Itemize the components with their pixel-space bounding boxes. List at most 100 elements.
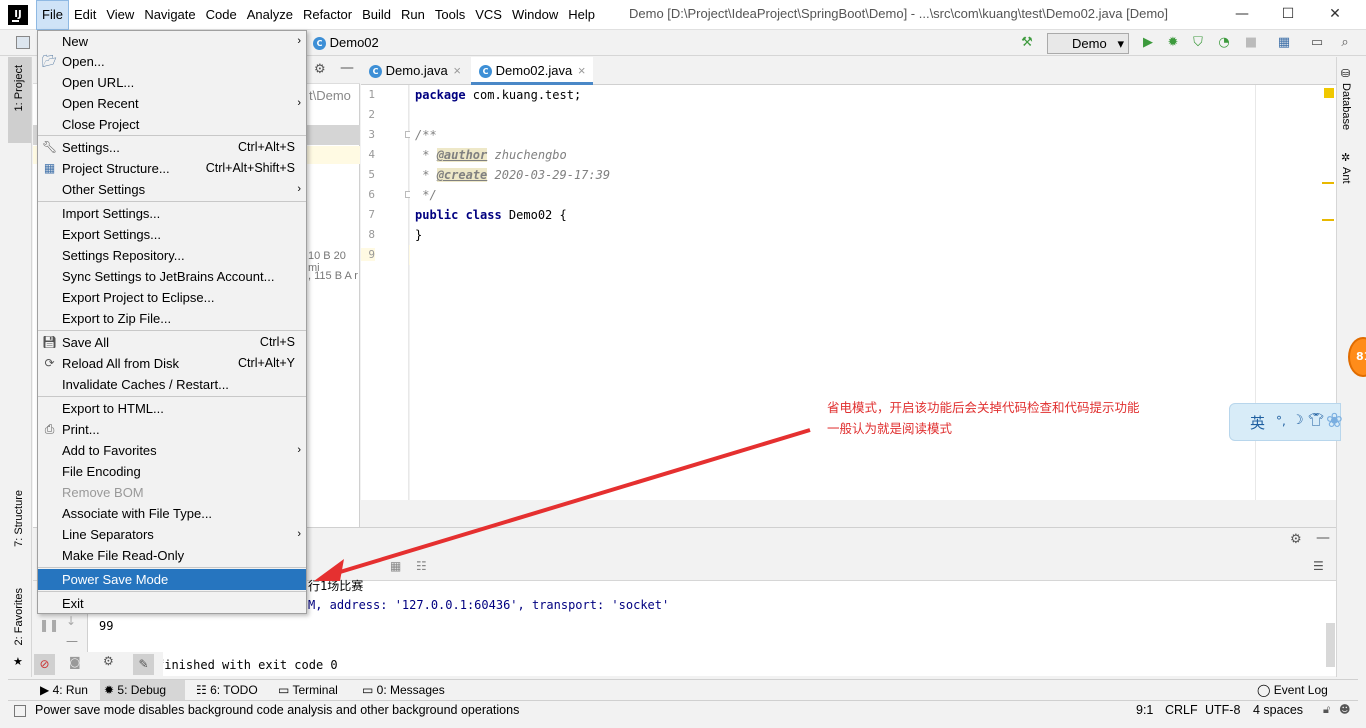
menu-item-import-settings[interactable]: Import Settings...: [38, 203, 306, 224]
hector-icon[interactable]: ☻: [1339, 703, 1350, 716]
close-window-button[interactable]: ✕: [1312, 0, 1358, 30]
menu-item-open-recent[interactable]: Open Recent ›: [38, 93, 306, 114]
breadcrumb-class[interactable]: Demo02: [330, 35, 379, 50]
menu-help[interactable]: Help: [563, 0, 600, 30]
ime-language[interactable]: 英: [1250, 412, 1265, 433]
status-message[interactable]: Power save mode disables background code…: [35, 703, 519, 717]
tool-tab-ant[interactable]: Ant: [1340, 167, 1352, 184]
tool-tab-debug[interactable]: ✹ 5: Debug: [100, 680, 185, 701]
run-config-select[interactable]: Demo ▾: [1047, 33, 1129, 54]
menu-item-close-project[interactable]: Close Project: [38, 114, 306, 135]
menu-item-settings[interactable]: 🔧︎ Settings... Ctrl+Alt+S: [38, 137, 306, 158]
menu-item-save-all[interactable]: 💾︎ Save All Ctrl+S: [38, 332, 306, 353]
menu-window[interactable]: Window: [507, 0, 563, 30]
project-structure-icon[interactable]: ▦: [1276, 35, 1292, 51]
menu-item-associate-file-type[interactable]: Associate with File Type...: [38, 503, 306, 524]
run-icon[interactable]: ▶: [1140, 35, 1156, 51]
menu-analyze[interactable]: Analyze: [242, 0, 298, 30]
layout-icon[interactable]: ▭: [1309, 35, 1325, 51]
menu-refactor[interactable]: Refactor: [298, 0, 357, 30]
project-view-icon[interactable]: [16, 36, 30, 49]
minus-icon[interactable]: —: [66, 634, 78, 648]
indent-setting[interactable]: 4 spaces: [1253, 703, 1303, 717]
tab-demo-java[interactable]: C Demo.java ×: [361, 57, 470, 85]
menu-item-invalidate-caches[interactable]: Invalidate Caches / Restart...: [38, 374, 306, 395]
ime-toolbar[interactable]: 英 °, ☽ 👕︎ ❀: [1229, 403, 1343, 441]
camera-icon[interactable]: ◙: [69, 655, 81, 669]
error-stripe-marker[interactable]: [1322, 219, 1334, 221]
restore-layout-icon[interactable]: ☰: [1313, 559, 1324, 573]
tool-tab-messages[interactable]: ▭ 0: Messages: [358, 680, 449, 701]
ime-moon-icon[interactable]: ☽: [1292, 413, 1304, 428]
close-tab-icon[interactable]: ×: [453, 63, 461, 78]
debug-icon[interactable]: ✹: [1165, 35, 1181, 51]
printer-icon: ⎙: [44, 422, 55, 436]
menu-item-sync-settings[interactable]: Sync Settings to JetBrains Account...: [38, 266, 306, 287]
menu-item-add-to-favorites[interactable]: Add to Favorites ›: [38, 440, 306, 461]
menu-item-power-save-mode[interactable]: Power Save Mode: [38, 569, 306, 590]
maximize-button[interactable]: ☐: [1265, 0, 1311, 30]
search-everywhere-icon[interactable]: ⌕: [1337, 35, 1353, 51]
tool-tab-project[interactable]: 1: Project: [13, 65, 25, 111]
menu-code[interactable]: Code: [201, 0, 242, 30]
gear-icon[interactable]: ⚙: [314, 62, 326, 77]
gear-icon[interactable]: ⚙: [1290, 532, 1302, 547]
menu-item-file-encoding[interactable]: File Encoding: [38, 461, 306, 482]
menu-item-export-zip[interactable]: Export to Zip File...: [38, 308, 306, 329]
menu-run[interactable]: Run: [396, 0, 430, 30]
menu-item-make-read-only[interactable]: Make File Read-Only: [38, 545, 306, 566]
tool-tab-event-log[interactable]: ◯ Event Log: [1253, 680, 1332, 701]
gear-icon[interactable]: ⚙: [103, 654, 114, 668]
lock-icon[interactable]: 🔓︎: [1323, 703, 1330, 717]
menu-file[interactable]: File: [36, 0, 69, 30]
line-separator[interactable]: CRLF: [1165, 703, 1198, 717]
menu-vcs[interactable]: VCS: [470, 0, 507, 30]
ime-skin-icon[interactable]: 👕︎: [1308, 413, 1325, 428]
step-into-icon[interactable]: ↓: [66, 614, 76, 628]
coverage-icon[interactable]: ⛉: [1190, 35, 1206, 51]
toggle-tool-windows-icon[interactable]: [14, 705, 26, 717]
inspection-status-icon[interactable]: [1324, 88, 1334, 98]
menu-item-export-eclipse[interactable]: Export Project to Eclipse...: [38, 287, 306, 308]
menu-item-other-settings[interactable]: Other Settings ›: [38, 179, 306, 200]
menu-item-export-settings[interactable]: Export Settings...: [38, 224, 306, 245]
menu-item-new[interactable]: New ›: [38, 31, 306, 52]
caret-position[interactable]: 9:1: [1136, 703, 1153, 717]
menu-build[interactable]: Build: [357, 0, 396, 30]
mute-breakpoints-icon[interactable]: ⊘: [34, 654, 55, 675]
console-scrollbar[interactable]: [1326, 623, 1335, 667]
tool-tab-database[interactable]: Database: [1340, 83, 1352, 130]
menu-item-print[interactable]: ⎙ Print...: [38, 419, 306, 440]
tool-tab-run[interactable]: ▶ 4: Run: [36, 680, 92, 701]
stop-icon[interactable]: ■: [1243, 35, 1259, 51]
tool-tab-structure[interactable]: 7: Structure: [13, 490, 25, 547]
minimize-button[interactable]: —: [1219, 0, 1265, 30]
tool-tab-todo[interactable]: ☷ 6: TODO: [192, 680, 262, 701]
profile-icon[interactable]: ◔: [1216, 35, 1232, 51]
hide-panel-icon[interactable]: —: [1316, 530, 1330, 546]
tool-tab-favorites[interactable]: 2: Favorites: [13, 588, 25, 645]
ime-punctuation-icon[interactable]: °,: [1276, 414, 1286, 428]
breadcrumb[interactable]: C Demo02: [313, 35, 379, 51]
build-hammer-icon[interactable]: ⚒: [1019, 35, 1035, 51]
menu-edit[interactable]: Edit: [69, 0, 101, 30]
close-tab-icon[interactable]: ×: [578, 63, 586, 78]
hide-panel-icon[interactable]: —: [340, 60, 354, 76]
pin-icon[interactable]: ✎: [133, 654, 154, 675]
menu-item-open-url[interactable]: Open URL...: [38, 72, 306, 93]
tab-demo02-java[interactable]: C Demo02.java ×: [471, 57, 593, 85]
menu-item-line-separators[interactable]: Line Separators ›: [38, 524, 306, 545]
menu-item-exit[interactable]: Exit: [38, 593, 306, 614]
error-stripe-marker[interactable]: [1322, 182, 1334, 184]
menu-item-project-structure[interactable]: ▦ Project Structure... Ctrl+Alt+Shift+S: [38, 158, 306, 179]
menu-navigate[interactable]: Navigate: [139, 0, 200, 30]
menu-item-open[interactable]: 📂︎ Open...: [38, 51, 306, 72]
menu-item-reload-all[interactable]: ⟳ Reload All from Disk Ctrl+Alt+Y: [38, 353, 306, 374]
file-encoding[interactable]: UTF-8: [1205, 703, 1240, 717]
tool-tab-terminal[interactable]: ▭ Terminal: [274, 680, 342, 701]
menu-item-export-html[interactable]: Export to HTML...: [38, 398, 306, 419]
menu-view[interactable]: View: [101, 0, 139, 30]
menu-item-settings-repository[interactable]: Settings Repository...: [38, 245, 306, 266]
pause-icon[interactable]: ❚❚: [39, 618, 59, 632]
menu-tools[interactable]: Tools: [430, 0, 470, 30]
